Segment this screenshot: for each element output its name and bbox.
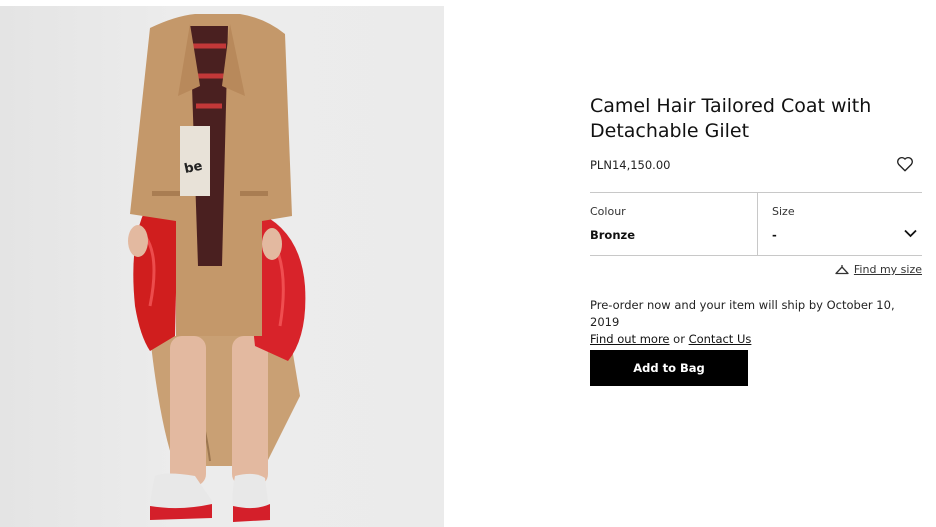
find-my-size-label: Find my size (853, 263, 922, 276)
colour-value: Bronze (590, 228, 636, 242)
product-info: Camel Hair Tailored Coat with Detachable… (590, 0, 922, 527)
model-wearing-coat-illustration: be (128, 14, 306, 522)
product-image[interactable]: be (0, 6, 444, 527)
wishlist-heart-button[interactable] (896, 155, 914, 173)
size-label: Size (772, 205, 795, 218)
preorder-message: Pre-order now and your item will ship by… (590, 298, 895, 329)
find-out-more-link[interactable]: Find out more (590, 332, 670, 346)
heart-icon (897, 156, 913, 172)
product-options: Colour Bronze Size - (590, 192, 922, 256)
find-my-size-link[interactable]: Find my size (835, 263, 922, 276)
contact-us-link[interactable]: Contact Us (689, 332, 752, 346)
colour-option: Colour Bronze (590, 193, 756, 255)
chevron-down-icon (904, 229, 917, 238)
size-selector[interactable]: Size - (757, 193, 923, 255)
hanger-icon (835, 265, 849, 275)
or-text: or (673, 332, 685, 346)
preorder-links: Find out more or Contact Us (590, 331, 922, 348)
add-to-bag-button[interactable]: Add to Bag (590, 350, 748, 386)
product-title: Camel Hair Tailored Coat with Detachable… (590, 95, 872, 142)
product-price: PLN14,150.00 (590, 158, 671, 172)
preorder-notice: Pre-order now and your item will ship by… (590, 297, 922, 348)
size-value: - (772, 228, 777, 242)
colour-label: Colour (590, 205, 626, 218)
